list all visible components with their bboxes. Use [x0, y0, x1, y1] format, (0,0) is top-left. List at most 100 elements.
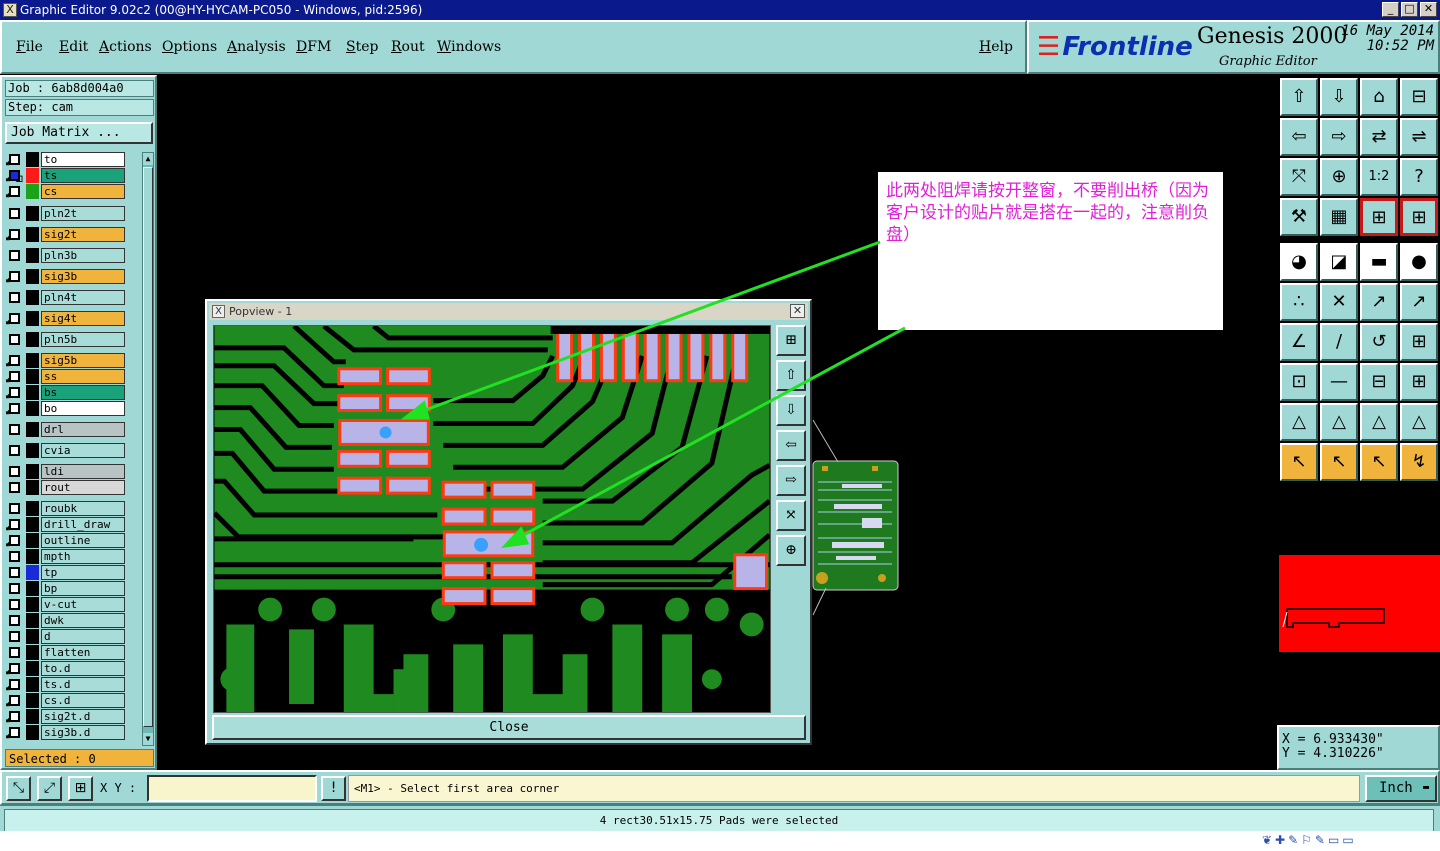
layer-name[interactable]: sig2t.d — [41, 709, 125, 724]
group-icon[interactable]: ⊞ — [1400, 363, 1438, 401]
link-icon[interactable]: ∴ — [1280, 283, 1318, 321]
attr-a-icon[interactable]: ⊡ — [1280, 363, 1318, 401]
layer-row[interactable]: sig2t⬋ — [5, 227, 140, 246]
layer-name[interactable]: sig2t — [41, 227, 125, 242]
layer-name[interactable]: to — [41, 152, 125, 167]
home-icon[interactable]: ⌂ — [1360, 78, 1398, 116]
layer-checkbox[interactable] — [9, 154, 20, 165]
popview-pan-right-button[interactable]: ⇨ — [776, 465, 806, 496]
layer-checkbox[interactable] — [9, 503, 20, 514]
layer-name[interactable]: bp — [41, 581, 125, 596]
menu-windows[interactable]: Windows — [437, 39, 501, 55]
layer-color-swatch[interactable] — [26, 661, 39, 676]
layer-row[interactable]: d — [5, 629, 140, 644]
layer-row[interactable]: roubk — [5, 501, 140, 516]
route-icon[interactable]: ↯ — [1400, 443, 1438, 481]
layer-name[interactable]: sig4t — [41, 311, 125, 326]
layer-color-swatch[interactable] — [26, 645, 39, 660]
popview-window[interactable]: X Popview - 1 ✕ ⊞ ⇧ ⇩ ⇦ ⇨ ⤧ ⊕ Close — [205, 299, 812, 745]
layer-row[interactable]: bo⬋ — [5, 401, 140, 420]
pointer-b-icon[interactable]: ↖ — [1360, 443, 1398, 481]
layer-checkbox[interactable] — [9, 583, 20, 594]
popview-pan-down-button[interactable]: ⇩ — [776, 395, 806, 426]
layer-checkbox[interactable] — [9, 292, 20, 303]
select-feature-icon[interactable]: ◕ — [1280, 243, 1318, 281]
layer-checkbox[interactable] — [9, 482, 20, 493]
layer-name[interactable]: sig3b — [41, 269, 125, 284]
layer-name[interactable]: ts.d — [41, 677, 125, 692]
rotate-icon[interactable]: ↺ — [1360, 323, 1398, 361]
menu-actions[interactable]: Actions — [99, 39, 152, 55]
cross-icon[interactable]: ✕ — [1320, 283, 1358, 321]
layer-checkbox[interactable] — [9, 647, 20, 658]
layer-color-swatch[interactable] — [26, 311, 39, 326]
layer-name[interactable]: bs — [41, 385, 125, 400]
layer-checkbox[interactable] — [9, 313, 20, 324]
layer-name[interactable]: d — [41, 629, 125, 644]
flip-icon[interactable]: ⊞ — [1400, 323, 1438, 361]
help-icon[interactable]: ? — [1400, 158, 1438, 196]
layer-row[interactable]: cs.d⬋ — [5, 693, 140, 712]
select-window-icon[interactable]: ◪ — [1320, 243, 1358, 281]
center-icon[interactable]: ⊕ — [1320, 158, 1358, 196]
layer-color-swatch[interactable] — [26, 613, 39, 628]
menu-analysis[interactable]: Analysis — [227, 39, 286, 55]
menu-options[interactable]: Options — [162, 39, 217, 55]
layer-checkbox[interactable] — [9, 170, 20, 181]
layer-checkbox[interactable] — [9, 271, 20, 282]
layer-checkbox[interactable] — [9, 186, 20, 197]
measure-icon[interactable]: ⤢ — [37, 776, 62, 801]
layer-row[interactable]: sig3b.d⬋ — [5, 725, 140, 744]
menu-file[interactable]: File — [16, 39, 43, 55]
pcb-zoom-view[interactable] — [213, 325, 771, 713]
pointer-icon[interactable]: ↖ — [1280, 443, 1318, 481]
job-matrix-button[interactable]: Job Matrix ... — [5, 122, 153, 144]
scroll-up-icon[interactable]: ▲ — [143, 153, 153, 165]
layer-color-swatch[interactable] — [26, 464, 39, 479]
layer-color-swatch[interactable] — [26, 248, 39, 263]
layer-name[interactable]: cvia — [41, 443, 125, 458]
layer-row[interactable]: bp — [5, 581, 140, 596]
layer-checkbox[interactable] — [9, 567, 20, 578]
layer-row[interactable]: sig4t⬋ — [5, 311, 140, 330]
layer-name[interactable]: sig5b — [41, 353, 125, 368]
layer-row[interactable]: sig5b⬋ — [5, 353, 140, 372]
layer-row[interactable]: cs⬋ — [5, 184, 140, 203]
layer-checkbox[interactable] — [9, 250, 20, 261]
layer-color-swatch[interactable] — [26, 369, 39, 384]
layer-name[interactable]: pln4t — [41, 290, 125, 305]
layer-name[interactable]: pln2t — [41, 206, 125, 221]
layer-color-swatch[interactable] — [26, 517, 39, 532]
layer-row[interactable]: to⬋ — [5, 152, 140, 171]
menu-edit[interactable]: Edit — [59, 39, 88, 55]
layer-row[interactable]: ts⬋▫ — [5, 168, 140, 187]
layer-name[interactable]: to.d — [41, 661, 125, 676]
layer-row[interactable]: outline⬋ — [5, 533, 140, 552]
layer-checkbox[interactable] — [9, 551, 20, 562]
layer-checkbox[interactable] — [9, 535, 20, 546]
split-view-icon[interactable]: ⊟ — [1400, 78, 1438, 116]
line-icon[interactable]: — — [1320, 363, 1358, 401]
pointer-box-icon[interactable]: ↖ — [1320, 443, 1358, 481]
popview-pan-left-button[interactable]: ⇦ — [776, 430, 806, 461]
layer-name[interactable]: roubk — [41, 501, 125, 516]
layer-color-swatch[interactable] — [26, 725, 39, 740]
layer-row[interactable]: v-cut — [5, 597, 140, 612]
layer-row[interactable]: cvia — [5, 443, 140, 458]
layer-color-swatch[interactable] — [26, 629, 39, 644]
layer-color-swatch[interactable] — [26, 443, 39, 458]
xy-input[interactable] — [147, 775, 317, 802]
layer-checkbox[interactable] — [9, 727, 20, 738]
layer-checkbox[interactable] — [9, 334, 20, 345]
layer-name[interactable]: sig3b.d — [41, 725, 125, 740]
layer-name[interactable]: ldi — [41, 464, 125, 479]
layer-name[interactable]: pln3b — [41, 248, 125, 263]
layer-checkbox[interactable] — [9, 208, 20, 219]
layer-name[interactable]: bo — [41, 401, 125, 416]
layer-name[interactable]: outline — [41, 533, 125, 548]
menu-rout[interactable]: Rout — [391, 39, 425, 55]
pan-right-icon[interactable]: ⇨ — [1320, 118, 1358, 156]
layer-checkbox[interactable] — [9, 711, 20, 722]
layer-checkbox[interactable] — [9, 355, 20, 366]
pin-b-icon[interactable]: ↗ — [1400, 283, 1438, 321]
